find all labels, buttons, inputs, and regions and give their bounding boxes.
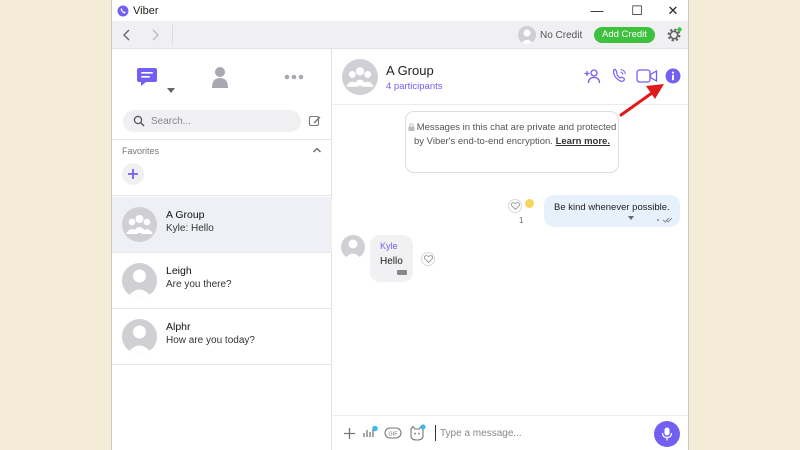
- sticker-icon: [410, 424, 426, 441]
- window-title: Viber: [133, 4, 159, 17]
- chat-name: Leigh: [166, 265, 192, 277]
- microphone-icon: [661, 427, 673, 441]
- toolbar: No Credit Add Credit: [112, 21, 688, 49]
- incoming-message[interactable]: Kyle Hello: [370, 235, 413, 282]
- sidebar-divider: [112, 364, 332, 365]
- like-button[interactable]: [508, 199, 522, 213]
- learn-more-link[interactable]: Learn more.: [556, 136, 610, 147]
- back-button[interactable]: [118, 26, 136, 44]
- gif-icon: GIF: [384, 427, 402, 439]
- sidebar: Favorites A Group Kyle: Hello Leigh Are: [112, 49, 332, 450]
- message-menu-icon[interactable]: [628, 216, 634, 220]
- audio-message-button[interactable]: [361, 424, 379, 442]
- reaction-emoji-icon: [525, 199, 534, 208]
- person-icon: [126, 325, 153, 354]
- close-button[interactable]: ✕: [658, 0, 688, 21]
- heart-icon: [423, 255, 433, 263]
- heart-icon: [510, 202, 520, 210]
- group-avatar[interactable]: [342, 59, 378, 95]
- chat-name: Alphr: [166, 321, 191, 333]
- conversation-pane: A Group 4 participants Messages in this …: [332, 49, 688, 450]
- group-avatar: [122, 207, 157, 242]
- attach-button[interactable]: [340, 424, 358, 442]
- gif-button[interactable]: GIF: [384, 424, 402, 442]
- voice-record-button[interactable]: [654, 421, 680, 447]
- read-receipt-icon: [657, 217, 673, 223]
- group-icon: [126, 215, 153, 234]
- ellipsis-icon: [284, 74, 304, 80]
- chat-preview: Kyle: Hello: [166, 223, 214, 234]
- viber-window: Viber — ☐ ✕ No Credit Add Credit Search.…: [111, 0, 689, 450]
- reaction-count: 1: [519, 216, 524, 225]
- outgoing-message[interactable]: Be kind whenever possible.: [544, 195, 680, 227]
- chevron-right-icon: [152, 29, 159, 41]
- tab-contacts[interactable]: [206, 63, 234, 91]
- chat-info-button[interactable]: [663, 66, 683, 86]
- like-button[interactable]: [421, 252, 435, 266]
- chat-preview: Are you there?: [166, 279, 232, 290]
- conversation-title[interactable]: A Group: [386, 63, 434, 78]
- chevron-up-icon[interactable]: [312, 145, 322, 155]
- search-icon: [133, 115, 145, 127]
- sticker-button[interactable]: [408, 424, 426, 442]
- chevron-left-icon: [123, 29, 130, 41]
- message-timestamp-icon: [397, 270, 407, 275]
- group-icon: [346, 67, 374, 87]
- message-composer: GIF: [332, 415, 688, 450]
- participants-count[interactable]: 4 participants: [386, 81, 443, 92]
- sidebar-divider: [112, 139, 332, 140]
- chat-bubble-icon: [137, 68, 157, 86]
- chat-list-item[interactable]: A Group Kyle: Hello: [112, 197, 332, 252]
- plus-icon: [343, 427, 355, 439]
- tab-chats[interactable]: [133, 63, 161, 91]
- forward-button[interactable]: [146, 26, 164, 44]
- lock-icon: [408, 123, 415, 131]
- audio-wave-icon: [363, 425, 378, 437]
- person-icon: [126, 269, 153, 298]
- person-icon: [520, 29, 534, 44]
- add-participant-button[interactable]: [583, 66, 603, 86]
- tab-more[interactable]: [280, 63, 308, 91]
- sender-avatar[interactable]: [341, 235, 365, 259]
- plus-icon: [128, 169, 138, 179]
- svg-text:GIF: GIF: [388, 432, 398, 438]
- title-bar: Viber — ☐ ✕: [112, 0, 688, 21]
- caret-down-icon[interactable]: [167, 88, 175, 93]
- search-input[interactable]: [151, 113, 291, 129]
- credit-status: No Credit: [540, 30, 583, 41]
- message-text: Hello: [380, 256, 403, 267]
- video-camera-icon: [636, 69, 658, 83]
- maximize-button[interactable]: ☐: [622, 0, 652, 21]
- sidebar-divider: [112, 195, 332, 196]
- person-icon: [212, 67, 228, 88]
- minimize-button[interactable]: —: [582, 0, 612, 21]
- encryption-notice: Messages in this chat are private and pr…: [405, 111, 619, 173]
- search-box[interactable]: [123, 110, 301, 132]
- message-text: Be kind whenever possible.: [554, 202, 670, 213]
- contact-avatar: [122, 319, 157, 354]
- video-call-button[interactable]: [635, 66, 659, 86]
- info-icon: [665, 68, 681, 84]
- chat-list-item[interactable]: Leigh Are you there?: [112, 253, 332, 308]
- chat-header: A Group 4 participants: [332, 49, 688, 105]
- toolbar-divider: [172, 25, 173, 45]
- contact-avatar: [122, 263, 157, 298]
- add-favorite-button[interactable]: [122, 163, 144, 185]
- viber-logo-icon: [117, 5, 129, 16]
- chat-list-item[interactable]: Alphr How are you today?: [112, 309, 332, 364]
- chat-name: A Group: [166, 209, 205, 221]
- favorites-label: Favorites: [122, 146, 160, 156]
- sidebar-tabs: [112, 49, 332, 105]
- chat-preview: How are you today?: [166, 335, 255, 346]
- message-sender: Kyle: [380, 241, 398, 251]
- compose-icon[interactable]: [308, 114, 322, 128]
- person-icon: [344, 239, 362, 259]
- phone-icon: [613, 68, 626, 82]
- add-user-icon: [584, 69, 601, 84]
- voice-call-button[interactable]: [609, 66, 629, 86]
- add-credit-button[interactable]: Add Credit: [594, 27, 655, 43]
- account-avatar[interactable]: [518, 26, 536, 44]
- message-input[interactable]: [435, 425, 645, 441]
- gear-icon[interactable]: [665, 26, 683, 44]
